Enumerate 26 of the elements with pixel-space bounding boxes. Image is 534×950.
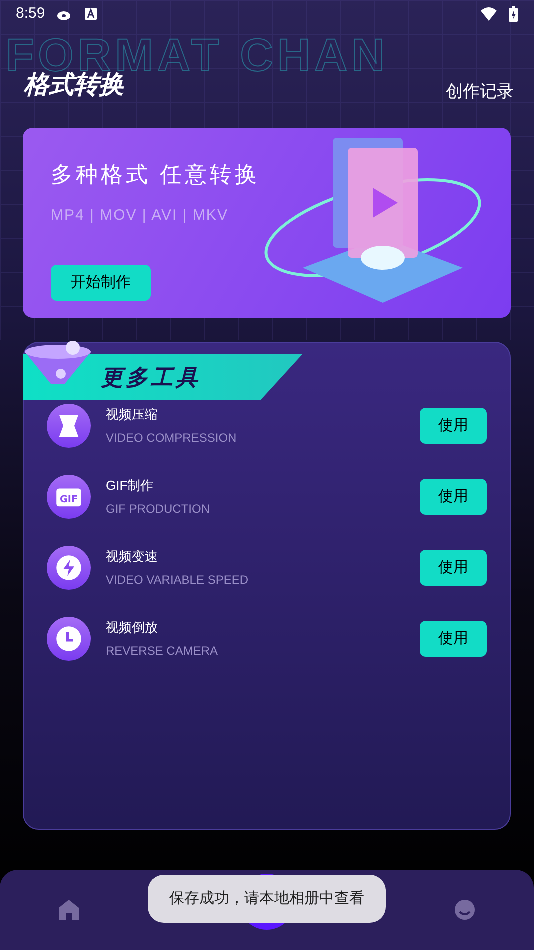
format-list: MP4 | MOV | AVI | MKV (51, 205, 483, 228)
banner-headline: 多种格式 任意转换 (51, 161, 262, 189)
save-toast: 保存成功，请本地相册中查看 (148, 875, 386, 923)
use-button[interactable]: 使用 (420, 550, 487, 586)
tool-name: 视频压缩 (106, 406, 159, 424)
use-button[interactable]: 使用 (420, 479, 487, 515)
tool-subtitle: VIDEO VARIABLE SPEED (106, 572, 250, 589)
tool-subtitle: GIF PRODUCTION (106, 500, 211, 518)
tool-name: GIF制作 (106, 477, 155, 496)
use-button[interactable]: 使用 (420, 621, 487, 657)
lightning-icon (47, 546, 91, 590)
compress-icon (47, 404, 91, 448)
tool-name: 视频变速 (106, 548, 159, 566)
history-link[interactable]: 创作记录 (446, 78, 514, 104)
a-icon (85, 8, 98, 20)
use-button[interactable]: 使用 (420, 408, 487, 444)
status-time: 8:59 (16, 4, 46, 24)
gif-icon: GIF (47, 475, 91, 519)
clock-icon (47, 617, 91, 661)
tool-subtitle: REVERSE CAMERA (106, 642, 220, 660)
battery-icon (509, 6, 518, 22)
tool-subtitle: VIDEO COMPRESSION (106, 430, 238, 447)
start-button[interactable]: 开始制作 (51, 265, 151, 301)
wifi-icon (481, 7, 497, 21)
tool-name: 视频倒放 (106, 619, 159, 638)
tools-title: 更多工具 (101, 364, 201, 392)
